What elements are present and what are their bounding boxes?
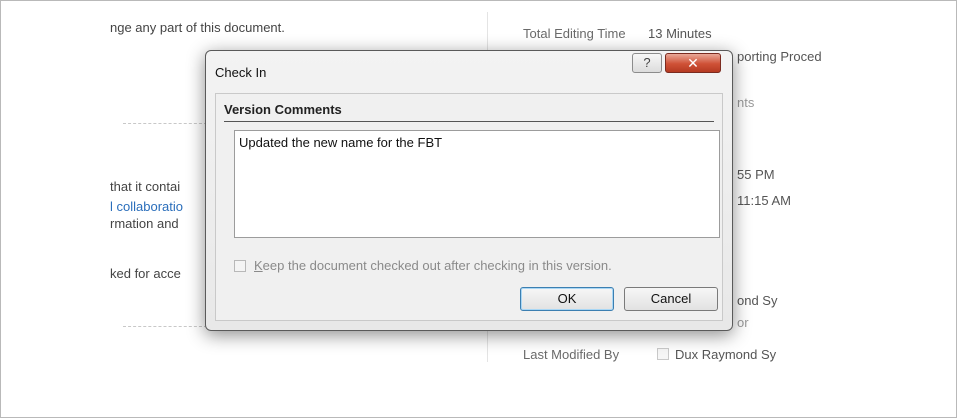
accelerator-key: K bbox=[254, 258, 263, 273]
section-rule bbox=[224, 121, 714, 122]
dialog-title: Check In bbox=[215, 65, 267, 80]
keep-checked-out-label: Keep the document checked out after chec… bbox=[254, 258, 612, 273]
divider bbox=[123, 123, 207, 124]
divider bbox=[123, 326, 207, 327]
last-modified-by-label: Last Modified By bbox=[523, 347, 620, 362]
total-editing-time-label: Total Editing Time bbox=[523, 26, 626, 41]
close-icon: ✕ bbox=[687, 55, 699, 71]
dialog-body: Version Comments Updated the new name fo… bbox=[215, 93, 723, 321]
ok-button[interactable]: OK bbox=[520, 287, 614, 311]
check-in-dialog: Check In ? ✕ Version Comments Updated th… bbox=[205, 50, 733, 331]
last-modified-by-name[interactable]: Dux Raymond Sy bbox=[675, 347, 776, 362]
keep-checked-out-option[interactable]: Keep the document checked out after chec… bbox=[234, 258, 612, 273]
doc-text-line: rmation and bbox=[110, 216, 179, 231]
version-comments-input[interactable]: Updated the new name for the FBT bbox=[234, 130, 720, 238]
title-value-fragment[interactable]: porting Proced bbox=[737, 49, 822, 64]
created-value-fragment: 55 PM bbox=[737, 167, 775, 182]
doc-text-line: that it contai bbox=[110, 179, 181, 194]
keep-checked-out-checkbox[interactable] bbox=[234, 260, 246, 272]
user-icon bbox=[657, 348, 669, 360]
help-icon: ? bbox=[643, 55, 651, 70]
doc-text-line: ked for acce bbox=[110, 266, 181, 281]
modified-value-fragment: 11:15 AM bbox=[737, 193, 791, 208]
close-button[interactable]: ✕ bbox=[665, 53, 721, 73]
doc-link-line[interactable]: l collaboratio bbox=[110, 199, 183, 214]
keep-checked-out-text: eep the document checked out after check… bbox=[262, 258, 612, 273]
last-modified-by-value: Dux Raymond Sy bbox=[657, 347, 776, 362]
help-button[interactable]: ? bbox=[632, 53, 662, 73]
author-value-fragment[interactable]: ond Sy bbox=[737, 293, 777, 308]
doc-text-line: nge any part of this document. bbox=[110, 20, 285, 35]
manager-value-fragment[interactable]: or bbox=[737, 315, 749, 330]
version-comments-heading: Version Comments bbox=[224, 102, 342, 117]
comments-value-fragment[interactable]: nts bbox=[737, 95, 754, 110]
total-editing-time-value: 13 Minutes bbox=[648, 26, 712, 41]
cancel-button[interactable]: Cancel bbox=[624, 287, 718, 311]
